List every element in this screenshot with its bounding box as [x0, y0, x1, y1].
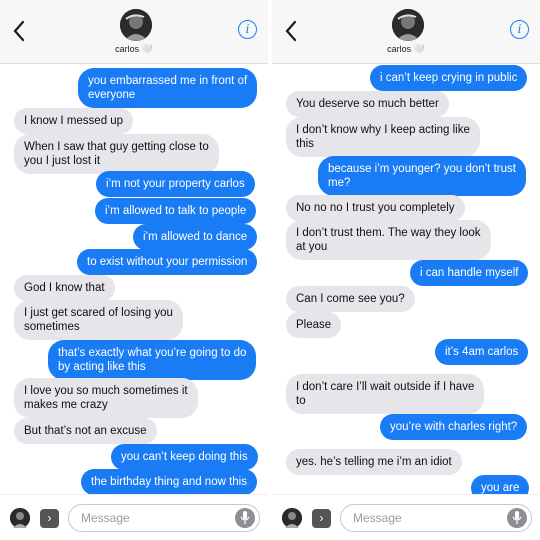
message-text: that’s exactly what you’re going to do b… — [58, 347, 247, 373]
message-text: I know I messed up — [24, 115, 124, 127]
message-list: you embarrassed me in front of everyone … — [0, 64, 268, 494]
memoji-avatar[interactable] — [10, 508, 30, 528]
message-text: you can’t keep doing this — [121, 451, 248, 463]
message-text: God I know that — [24, 282, 105, 294]
message-composer: › Message — [0, 494, 268, 540]
message-bubble-outgoing[interactable]: you are — [471, 475, 530, 494]
message-text: you are — [481, 482, 520, 494]
message-text: Please — [296, 319, 332, 331]
message-bubble-incoming[interactable]: I don’t care I’ll wait outside if I have… — [286, 374, 485, 414]
message-text: No no no I trust you completely — [296, 202, 455, 214]
message-bubble-incoming[interactable]: I love you so much sometimes it makes me… — [14, 378, 198, 418]
message-text: you embarrassed me in front of everyone — [88, 75, 248, 101]
message-bubble-incoming[interactable]: When I saw that guy getting close to you… — [14, 134, 219, 174]
info-button[interactable]: i — [510, 20, 529, 39]
message-bubble-incoming[interactable]: No no no I trust you completely — [286, 195, 465, 221]
message-text: i’m allowed to dance — [143, 231, 248, 243]
back-chevron-icon[interactable] — [284, 20, 298, 42]
message-text: yes. he’s telling me i’m an idiot — [296, 456, 452, 468]
message-text: i’m allowed to talk to people — [105, 205, 247, 217]
message-text: it’s 4am carlos — [445, 346, 519, 358]
message-bubble-outgoing[interactable]: to exist without your permission — [77, 249, 258, 275]
message-text: you’re with charles right? — [390, 421, 518, 433]
message-bubble-incoming[interactable]: yes. he’s telling me i’m an idiot — [286, 449, 462, 475]
message-bubble-outgoing[interactable]: i can’t keep crying in public — [370, 65, 528, 91]
message-placeholder: Message — [353, 511, 402, 525]
message-text: When I saw that guy getting close to you… — [24, 141, 209, 167]
message-text: I love you so much sometimes it makes me… — [24, 385, 188, 411]
message-text: because i’m younger? you don’t trust me? — [328, 163, 516, 189]
message-text: I just get scared of losing you sometime… — [24, 307, 173, 333]
message-bubble-incoming[interactable]: Please — [286, 312, 342, 338]
contact-avatar[interactable] — [120, 9, 152, 41]
apps-chevron-icon[interactable]: › — [40, 509, 59, 528]
message-text: the birthday thing and now this — [91, 476, 247, 488]
message-bubble-incoming[interactable]: You deserve so much better — [286, 91, 449, 117]
message-bubble-outgoing[interactable]: it’s 4am carlos — [435, 339, 529, 365]
message-text: I don’t care I’ll wait outside if I have… — [296, 381, 475, 407]
message-composer: › Message — [272, 494, 540, 540]
message-text: i’m not your property carlos — [106, 178, 245, 190]
message-text: You deserve so much better — [296, 98, 439, 110]
contact-name[interactable]: carlos 🤍 — [356, 44, 456, 55]
message-text: to exist without your permission — [87, 256, 248, 268]
message-bubble-outgoing[interactable]: you can’t keep doing this — [111, 444, 258, 470]
back-chevron-icon[interactable] — [12, 20, 26, 42]
conversation-panel-left: carlos 🤍 i you embarrassed me in front o… — [0, 0, 268, 540]
message-bubble-incoming[interactable]: I just get scared of losing you sometime… — [14, 300, 183, 340]
message-list: i can’t keep crying in public You deserv… — [272, 64, 540, 494]
message-input[interactable]: Message — [340, 504, 532, 532]
message-text: I don’t know why I keep acting like this — [296, 124, 470, 150]
message-text: But that’s not an excuse — [24, 425, 147, 437]
message-text: I don’t trust them. The way they look at… — [296, 227, 481, 253]
message-text: i can’t keep crying in public — [380, 72, 518, 84]
message-bubble-incoming[interactable]: I don’t trust them. The way they look at… — [286, 220, 491, 260]
message-bubble-outgoing[interactable]: you embarrassed me in front of everyone — [78, 68, 258, 108]
message-bubble-outgoing[interactable]: i can handle myself — [410, 260, 529, 286]
message-bubble-outgoing[interactable]: because i’m younger? you don’t trust me? — [318, 156, 526, 196]
message-bubble-outgoing[interactable]: you’re with charles right? — [380, 414, 528, 440]
conversation-header: carlos 🤍 i — [0, 0, 268, 64]
message-bubble-incoming[interactable]: I know I messed up — [14, 108, 134, 134]
memoji-avatar[interactable] — [282, 508, 302, 528]
message-bubble-incoming[interactable]: But that’s not an excuse — [14, 418, 157, 444]
message-text: i can handle myself — [420, 267, 519, 279]
contact-name[interactable]: carlos 🤍 — [84, 44, 184, 55]
message-placeholder: Message — [81, 511, 130, 525]
message-bubble-incoming[interactable]: God I know that — [14, 275, 115, 301]
contact-avatar[interactable] — [392, 9, 424, 41]
message-input[interactable]: Message — [68, 504, 260, 532]
message-text: Can I come see you? — [296, 293, 405, 305]
message-bubble-outgoing[interactable]: i’m allowed to talk to people — [95, 198, 257, 224]
microphone-icon[interactable] — [507, 508, 527, 528]
conversation-panel-right: carlos 🤍 i i can’t keep crying in public… — [272, 0, 540, 540]
message-bubble-incoming[interactable]: Can I come see you? — [286, 286, 415, 312]
message-bubble-outgoing[interactable]: the birthday thing and now this — [81, 469, 257, 494]
message-bubble-incoming[interactable]: I don’t know why I keep acting like this — [286, 117, 480, 157]
message-bubble-outgoing[interactable]: that’s exactly what you’re going to do b… — [48, 340, 257, 380]
microphone-icon[interactable] — [235, 508, 255, 528]
message-bubble-outgoing[interactable]: i’m allowed to dance — [133, 224, 258, 250]
conversation-header: carlos 🤍 i — [272, 0, 540, 64]
apps-chevron-icon[interactable]: › — [312, 509, 331, 528]
message-bubble-outgoing[interactable]: i’m not your property carlos — [96, 171, 255, 197]
info-button[interactable]: i — [238, 20, 257, 39]
